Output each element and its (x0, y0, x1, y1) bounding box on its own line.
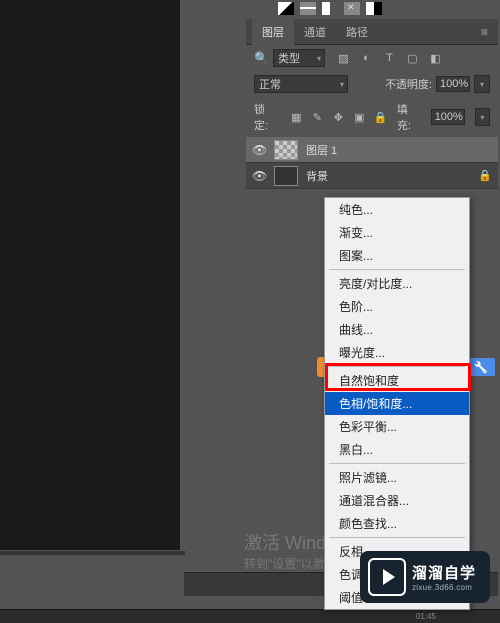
opacity-label: 不透明度: (385, 76, 432, 92)
ctx-gradient[interactable]: 渐变... (325, 221, 469, 244)
blue-wrench-badge (467, 358, 495, 376)
tab-channels[interactable]: 通道 (294, 19, 336, 45)
filter-adjust-icon[interactable]: ◐ (360, 52, 373, 65)
fill-caret[interactable]: ▾ (475, 108, 490, 126)
canvas-area (0, 0, 180, 550)
lock-icon: 🔒 (478, 169, 492, 182)
panel-tabs: 图层 通道 路径 ≡ (246, 19, 498, 45)
ctx-photo-filter[interactable]: 照片滤镜... (325, 466, 469, 489)
opacity-caret[interactable]: ▾ (474, 75, 490, 93)
ctx-separator (329, 463, 465, 464)
blend-mode-select[interactable]: 正常 (254, 75, 348, 93)
ctx-channel-mixer[interactable]: 通道混合器... (325, 489, 469, 512)
ctx-separator (329, 537, 465, 538)
panel-menu-icon[interactable]: ≡ (477, 25, 492, 39)
footer-time: 01:45 (416, 612, 436, 621)
filter-text-icon[interactable]: T (383, 52, 396, 65)
fill-value[interactable]: 100% (431, 109, 465, 125)
ctx-pattern[interactable]: 图案... (325, 244, 469, 267)
adj-gradient-icon[interactable] (278, 2, 294, 15)
fill-label: 填充: (397, 101, 421, 133)
adjustments-row (246, 0, 498, 19)
ctx-color-balance[interactable]: 色彩平衡... (325, 415, 469, 438)
layer-row-1[interactable]: 👁 图层 1 (246, 137, 498, 163)
blend-row: 正常 不透明度: 100% ▾ (246, 71, 498, 97)
visibility-icon[interactable]: 👁 (252, 143, 266, 157)
ctx-brightness-contrast[interactable]: 亮度/对比度... (325, 272, 469, 295)
lock-row: 锁定: ▦ ✎ ✥ ▣ 🔒 填充: 100% ▾ (246, 97, 498, 137)
tab-layers[interactable]: 图层 (252, 19, 294, 45)
adj-bw-icon[interactable] (366, 2, 382, 15)
ctx-separator (329, 366, 465, 367)
search-icon: 🔍 (254, 51, 269, 65)
adjustment-context-menu: 纯色... 渐变... 图案... 亮度/对比度... 色阶... 曲线... … (324, 197, 470, 610)
adj-exposure-icon[interactable] (322, 2, 338, 15)
ctx-black-white[interactable]: 黑白... (325, 438, 469, 461)
logo-overlay: 溜溜自学 zixue.3d66.com (360, 551, 490, 603)
logo-text-cn: 溜溜自学 (412, 562, 476, 583)
ctx-exposure[interactable]: 曝光度... (325, 341, 469, 364)
lock-pixels-icon[interactable]: ▦ (290, 111, 303, 124)
filter-image-icon[interactable]: ▨ (337, 52, 350, 65)
layers-panel: 图层 通道 路径 ≡ 🔍 类型 ▨ ◐ T ▢ ◧ 正常 不透明度: 100% … (246, 0, 498, 189)
filter-type-select[interactable]: 类型 (273, 49, 325, 67)
layer-name-1: 图层 1 (306, 142, 337, 158)
ctx-vibrance[interactable]: 自然饱和度 (325, 369, 469, 392)
ctx-color-lookup[interactable]: 颜色查找... (325, 512, 469, 535)
opacity-value[interactable]: 100% (436, 76, 470, 92)
play-icon (368, 558, 406, 596)
filter-smart-icon[interactable]: ◧ (429, 52, 442, 65)
ctx-levels[interactable]: 色阶... (325, 295, 469, 318)
visibility-icon[interactable]: 👁 (252, 169, 266, 183)
tab-paths[interactable]: 路径 (336, 19, 378, 45)
adj-levels-icon[interactable] (300, 2, 316, 15)
layer-thumbnail[interactable] (274, 140, 298, 160)
canvas-border (0, 551, 185, 555)
logo-text-url: zixue.3d66.com (412, 583, 476, 592)
layers-list: 👁 图层 1 👁 背景 🔒 (246, 137, 498, 189)
lock-brush-icon[interactable]: ✎ (311, 111, 324, 124)
layer-row-bg[interactable]: 👁 背景 🔒 (246, 163, 498, 189)
ctx-curves[interactable]: 曲线... (325, 318, 469, 341)
ctx-solid-color[interactable]: 纯色... (325, 198, 469, 221)
layer-filter-row: 🔍 类型 ▨ ◐ T ▢ ◧ (246, 45, 498, 71)
layer-thumbnail[interactable] (274, 166, 298, 186)
ctx-hue-saturation[interactable]: 色相/饱和度... (325, 392, 469, 415)
layer-name-bg: 背景 (306, 168, 328, 184)
adj-hue-icon[interactable] (344, 2, 360, 15)
lock-all-icon[interactable]: 🔒 (374, 111, 387, 124)
lock-label: 锁定: (254, 101, 278, 133)
lock-frame-icon[interactable]: ▣ (353, 111, 366, 124)
lock-move-icon[interactable]: ✥ (332, 111, 345, 124)
filter-shape-icon[interactable]: ▢ (406, 52, 419, 65)
ctx-separator (329, 269, 465, 270)
